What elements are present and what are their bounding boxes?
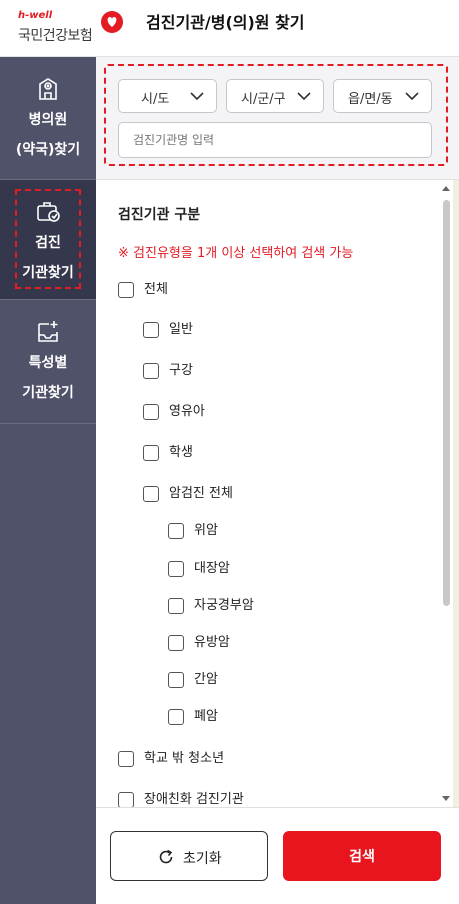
- checkbox[interactable]: [143, 322, 159, 338]
- heart-logo-icon: [101, 11, 123, 33]
- checkbox-row[interactable]: 일반: [143, 321, 193, 343]
- checkbox-label: 폐암: [194, 709, 218, 724]
- tray-plus-icon: [38, 321, 58, 342]
- page-title: 검진기관/병(의)원 찾기: [146, 13, 305, 32]
- checkbox[interactable]: [118, 751, 134, 767]
- checkbox-row[interactable]: 영유아: [143, 403, 205, 425]
- checkbox-row[interactable]: 학교 밖 청소년: [118, 750, 224, 772]
- checkbox-row[interactable]: 구강: [143, 362, 193, 384]
- search-highlight-box: [104, 64, 448, 166]
- search-button[interactable]: 검색: [283, 831, 441, 881]
- checkbox-label: 구강: [169, 363, 193, 378]
- scroll-up-arrow-icon[interactable]: [442, 186, 450, 191]
- checkbox-row[interactable]: 전체: [118, 281, 168, 303]
- checkbox-label: 유방암: [194, 635, 230, 650]
- checkbox[interactable]: [143, 363, 159, 379]
- filter-list: 검진기관 구분 ※ 검진유형을 1개 이상 선택하여 검색 가능 전체 일반 구…: [96, 180, 459, 807]
- checkbox[interactable]: [168, 523, 184, 539]
- checkbox-row[interactable]: 장애친화 검진기관: [118, 791, 244, 807]
- refresh-icon: [159, 849, 173, 864]
- logo-brand-small: h-well: [18, 10, 53, 21]
- checkbox-row[interactable]: 암검진 전체: [143, 485, 233, 507]
- sidebar-item-specialty[interactable]: 특성별 기관찾기: [0, 300, 96, 424]
- sidebar-item-specialty-line1: 특성별: [28, 355, 68, 371]
- hospital-icon: [39, 78, 57, 100]
- checkbox-label: 학교 밖 청소년: [144, 751, 225, 766]
- checkbox-label: 장애친화 검진기관: [144, 792, 244, 807]
- nhis-logo[interactable]: h-well 국민건강보험: [18, 8, 128, 48]
- logo-brand-name: 국민건강보험: [18, 28, 93, 44]
- reset-button-label: 초기화: [183, 851, 222, 867]
- checkbox-row[interactable]: 유방암: [168, 634, 230, 656]
- checkbox-label: 간암: [194, 672, 218, 687]
- checkbox-label: 영유아: [169, 404, 205, 419]
- filter-note: ※ 검진유형을 1개 이상 선택하여 검색 가능: [118, 246, 354, 261]
- checkbox[interactable]: [143, 404, 159, 420]
- checkbox-row[interactable]: 위암: [168, 522, 218, 544]
- checkbox-row[interactable]: 학생: [143, 444, 193, 466]
- checkbox-label: 대장암: [194, 561, 230, 576]
- checkbox-row[interactable]: 대장암: [168, 560, 230, 582]
- checkbox[interactable]: [143, 445, 159, 461]
- checkbox-label: 학생: [169, 445, 193, 460]
- checkbox[interactable]: [118, 282, 134, 298]
- active-highlight-box: [15, 189, 81, 289]
- app-header: h-well 국민건강보험 검진기관/병(의)원 찾기: [0, 0, 459, 57]
- scroll-down-arrow-icon[interactable]: [442, 796, 450, 801]
- checkbox-label: 위암: [194, 523, 218, 538]
- checkbox[interactable]: [143, 486, 159, 502]
- checkbox-row[interactable]: 폐암: [168, 708, 218, 730]
- reset-button[interactable]: 초기화: [110, 831, 268, 881]
- checkbox-row[interactable]: 자궁경부암: [168, 597, 254, 619]
- checkbox[interactable]: [168, 561, 184, 577]
- checkbox[interactable]: [168, 709, 184, 725]
- sidebar-item-specialty-line2: 기관찾기: [22, 385, 74, 401]
- checkbox[interactable]: [118, 792, 134, 807]
- checkbox-label: 암검진 전체: [169, 486, 233, 501]
- checkbox-label: 전체: [144, 282, 168, 297]
- sidebar-item-hospital[interactable]: 병의원 (약국)찾기: [0, 57, 96, 180]
- checkbox[interactable]: [168, 672, 184, 688]
- checkbox-label: 일반: [169, 322, 193, 337]
- checkbox[interactable]: [168, 635, 184, 651]
- sidebar-item-hospital-line2: (약국)찾기: [15, 142, 81, 158]
- checkbox-row[interactable]: 간암: [168, 671, 218, 693]
- checkbox[interactable]: [168, 598, 184, 614]
- filter-section-title: 검진기관 구분: [118, 207, 201, 223]
- scrollbar-thumb[interactable]: [443, 200, 450, 606]
- checkbox-label: 자궁경부암: [194, 598, 254, 613]
- sidebar-item-hospital-line1: 병의원: [28, 112, 68, 128]
